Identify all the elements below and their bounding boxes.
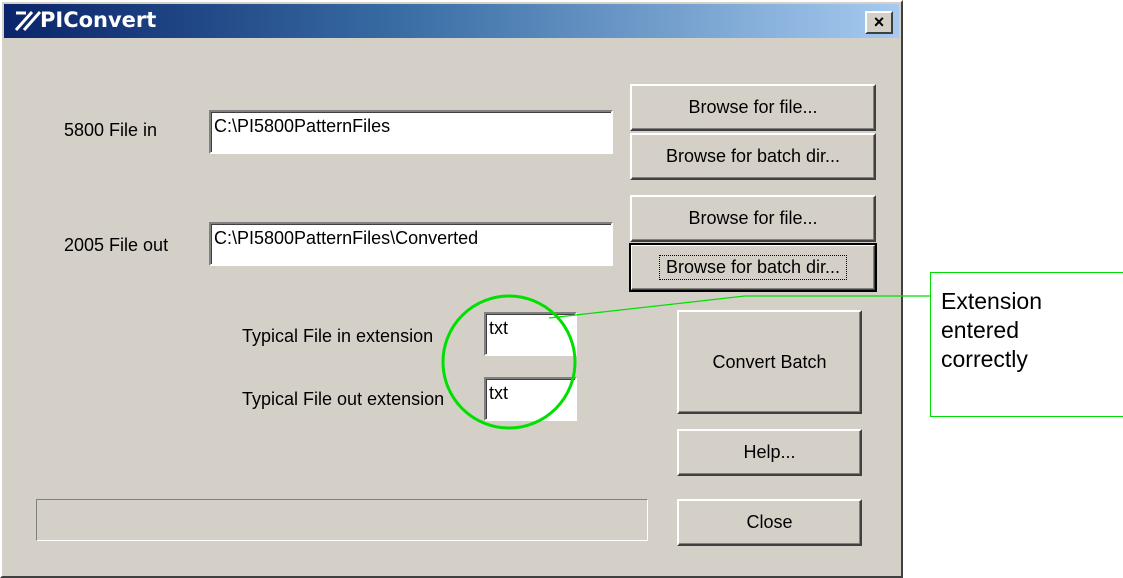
close-button[interactable]: Close bbox=[677, 499, 862, 546]
app-icon bbox=[14, 11, 42, 31]
window-title: PIConvert bbox=[40, 8, 157, 32]
help-button[interactable]: Help... bbox=[677, 429, 862, 476]
piconvert-window: PIConvert × 5800 File in C:\PI5800Patter… bbox=[0, 0, 903, 578]
convert-batch-button[interactable]: Convert Batch bbox=[677, 310, 862, 414]
in-ext-label: Typical File in extension bbox=[242, 326, 434, 346]
progress-bar bbox=[36, 499, 648, 541]
browse-file-out-button[interactable]: Browse for file... bbox=[630, 195, 876, 242]
out-ext-label: Typical File out extension bbox=[242, 389, 445, 409]
browse-batch-out-label: Browse for batch dir... bbox=[658, 255, 848, 280]
file-in-field[interactable]: C:\PI5800PatternFiles bbox=[209, 110, 613, 154]
annotation-callout: Extension entered correctly bbox=[930, 272, 1123, 417]
file-out-label: 2005 File out bbox=[64, 235, 169, 255]
out-ext-field[interactable]: txt bbox=[484, 377, 577, 421]
file-in-label: 5800 File in bbox=[64, 120, 158, 140]
annotation-text: Extension entered correctly bbox=[941, 288, 1043, 372]
browse-batch-out-button[interactable]: Browse for batch dir... bbox=[629, 243, 877, 292]
in-ext-field[interactable]: txt bbox=[484, 312, 577, 356]
browse-file-in-button[interactable]: Browse for file... bbox=[630, 84, 876, 131]
browse-batch-in-button[interactable]: Browse for batch dir... bbox=[630, 133, 876, 180]
title-bar[interactable]: PIConvert × bbox=[4, 4, 899, 38]
file-out-field[interactable]: C:\PI5800PatternFiles\Converted bbox=[209, 222, 613, 266]
close-icon[interactable]: × bbox=[865, 11, 893, 34]
